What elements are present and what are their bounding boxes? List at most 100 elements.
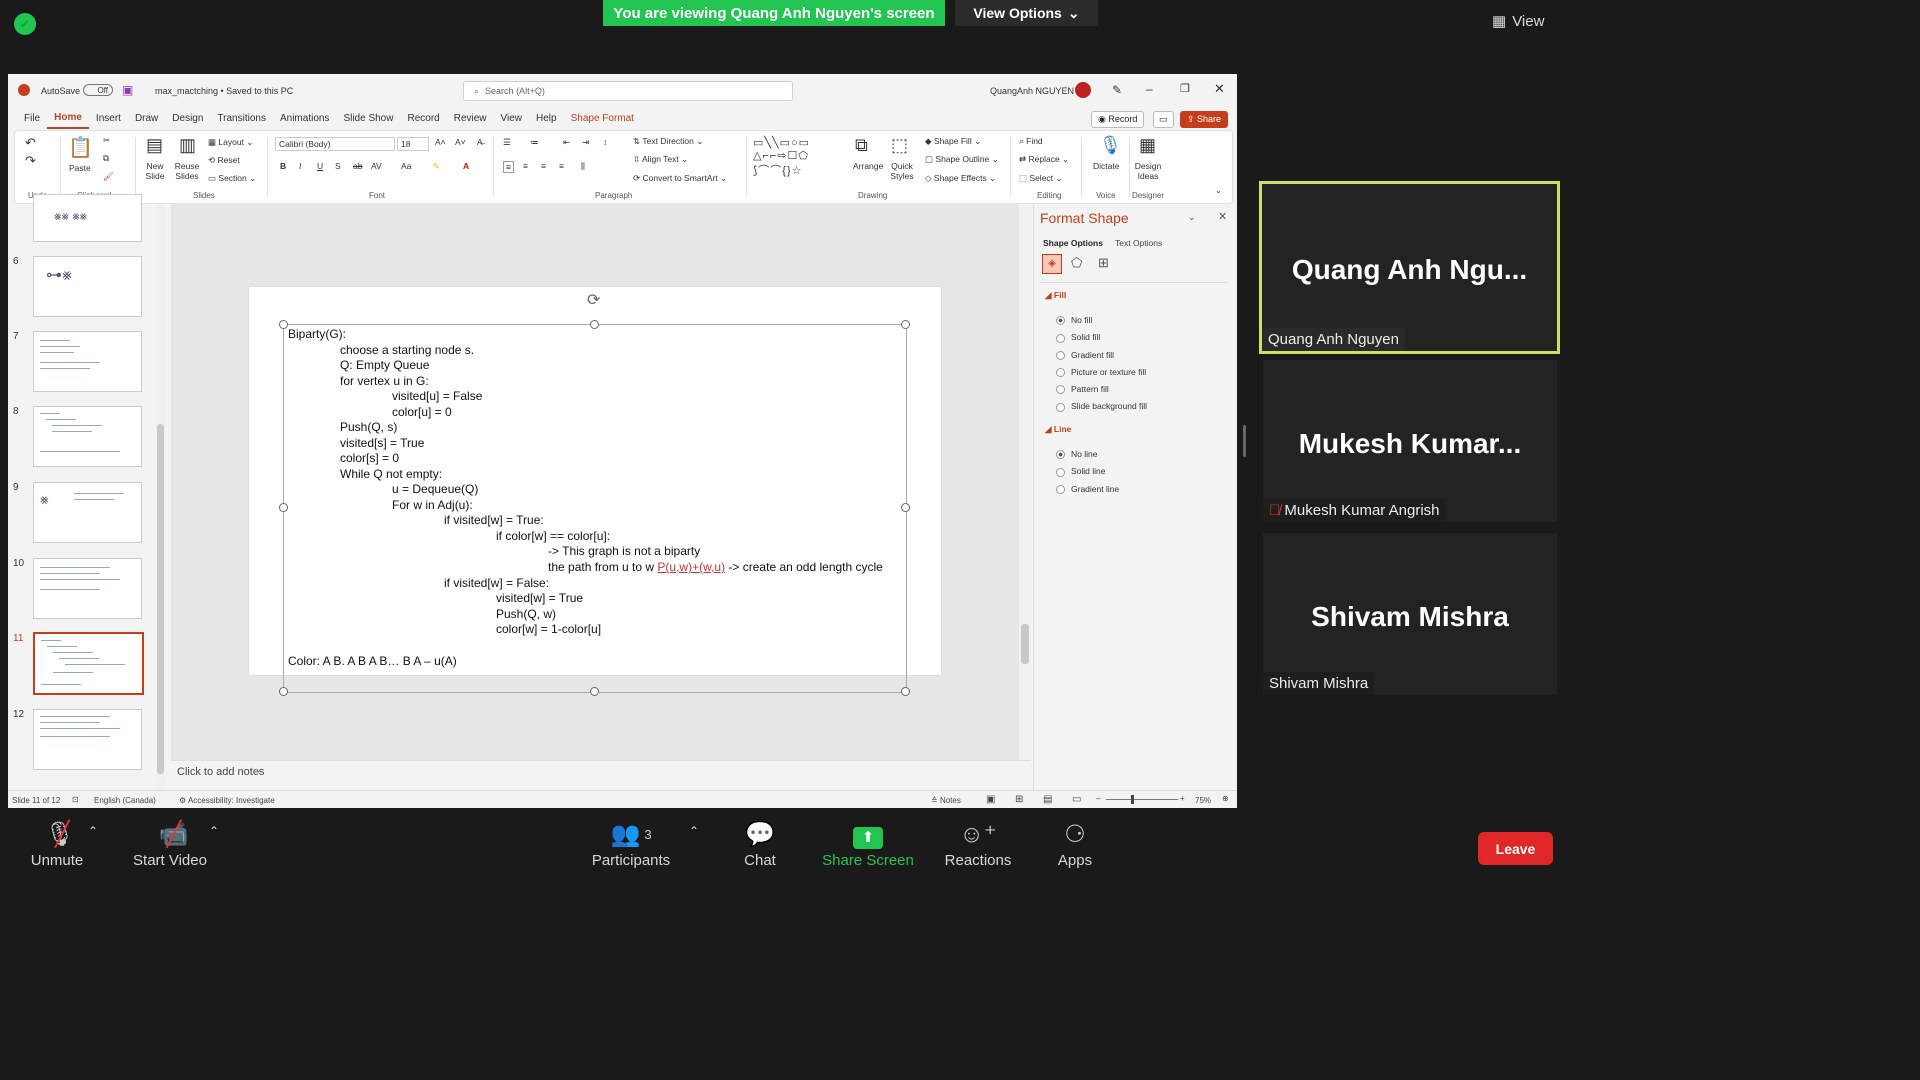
- shadow-icon[interactable]: S: [335, 161, 341, 171]
- align-text-button[interactable]: ⇳ Align Text ⌄: [633, 154, 688, 165]
- strikethrough-icon[interactable]: ab: [353, 161, 362, 171]
- quick-styles-label[interactable]: Quick Styles: [887, 161, 917, 181]
- slideshow-icon[interactable]: ▭: [1072, 794, 1081, 805]
- fill-section-header[interactable]: ◢ Fill: [1045, 290, 1066, 301]
- section-button[interactable]: ▭ Section ⌄: [208, 173, 256, 184]
- solid-line-radio[interactable]: Solid line: [1056, 463, 1119, 480]
- columns-icon[interactable]: ⫼: [581, 161, 585, 172]
- select-button[interactable]: ⬚ Select ⌄: [1019, 173, 1063, 184]
- no-fill-radio[interactable]: No fill: [1056, 312, 1147, 329]
- slide-thumbnail-11[interactable]: [33, 632, 144, 695]
- search-input[interactable]: ⌕ Search (Alt+Q): [463, 81, 793, 101]
- pen-icon[interactable]: ✎: [1112, 83, 1122, 97]
- notes-toggle[interactable]: ≙ Notes: [931, 796, 961, 805]
- unmute-button[interactable]: 🎙╱ Unmute: [22, 818, 92, 869]
- apps-button[interactable]: ⚆ Apps: [1055, 818, 1095, 869]
- undo-icon[interactable]: ↶: [25, 135, 36, 151]
- resize-handle[interactable]: [279, 320, 288, 329]
- save-icon[interactable]: ▣: [122, 83, 133, 97]
- close-pane-icon[interactable]: ✕: [1218, 210, 1227, 223]
- restore-icon[interactable]: ❐: [1180, 82, 1190, 95]
- rotate-handle-icon[interactable]: ⟳: [587, 290, 600, 310]
- font-color-icon[interactable]: A: [463, 161, 469, 171]
- layout-button[interactable]: ▦ Layout ⌄: [208, 137, 253, 148]
- replace-button[interactable]: ⇄ Replace ⌄: [1019, 154, 1069, 165]
- slide-thumbnail-12[interactable]: [33, 709, 142, 770]
- tab-design[interactable]: Design: [165, 108, 210, 130]
- microphone-icon[interactable]: 🎙: [1099, 135, 1122, 156]
- new-slide-label[interactable]: New Slide: [142, 161, 168, 181]
- close-icon[interactable]: ✕: [1214, 81, 1225, 97]
- canvas-scrollbar[interactable]: [1019, 204, 1031, 760]
- panel-resize-handle[interactable]: [1243, 425, 1246, 457]
- solid-fill-radio[interactable]: Solid fill: [1056, 329, 1147, 346]
- pane-options-icon[interactable]: ⌄: [1188, 212, 1196, 223]
- italic-icon[interactable]: I: [299, 161, 301, 171]
- reading-view-icon[interactable]: ▤: [1043, 794, 1052, 805]
- line-spacing-icon[interactable]: ↕: [603, 137, 607, 147]
- bold-icon[interactable]: B: [280, 161, 286, 171]
- avatar[interactable]: [1075, 82, 1091, 98]
- font-name-select[interactable]: Calibri (Body): [275, 137, 395, 151]
- slide-background-fill-radio[interactable]: Slide background fill: [1056, 398, 1147, 415]
- user-name[interactable]: QuangAnh NGUYEN: [990, 86, 1074, 96]
- fit-slide-icon[interactable]: ⊕: [1222, 794, 1229, 803]
- view-options-button[interactable]: View Options ⌄: [955, 0, 1098, 26]
- underline-icon[interactable]: U: [317, 161, 323, 171]
- spelling-icon[interactable]: ⊡: [72, 795, 79, 804]
- clear-formatting-icon[interactable]: A̶: [477, 137, 483, 147]
- reuse-slides-icon[interactable]: ▥: [179, 135, 196, 156]
- quick-styles-icon[interactable]: ⬚: [891, 135, 908, 156]
- tab-slide-show[interactable]: Slide Show: [336, 108, 400, 130]
- share-button[interactable]: ⇪ Share: [1180, 111, 1229, 128]
- shapes-gallery[interactable]: ▭╲╲▭○▭ △⌐⌐⇨☐⬠ ⟆⌒⌒{}☆: [753, 136, 810, 178]
- tab-file[interactable]: File: [17, 108, 47, 130]
- text-direction-button[interactable]: ⇅ Text Direction ⌄: [633, 136, 703, 147]
- gradient-line-radio[interactable]: Gradient line: [1056, 481, 1119, 498]
- character-spacing-icon[interactable]: AV: [371, 161, 382, 171]
- reuse-slides-label[interactable]: Reuse Slides: [173, 161, 201, 181]
- decrease-font-icon[interactable]: A˅: [455, 137, 466, 147]
- view-button[interactable]: ▦ View: [1492, 6, 1544, 36]
- resize-handle[interactable]: [901, 503, 910, 512]
- size-properties-icon[interactable]: ⊞: [1098, 255, 1109, 271]
- slide-thumbnail-9[interactable]: ⨳: [33, 482, 142, 543]
- bullets-icon[interactable]: ☰: [503, 137, 511, 148]
- tab-view[interactable]: View: [494, 108, 530, 130]
- participants-options-chevron-icon[interactable]: ⌃: [689, 824, 699, 838]
- share-screen-button[interactable]: ⬆ Share Screen: [822, 818, 914, 869]
- increase-font-icon[interactable]: A˄: [435, 137, 446, 147]
- convert-smartart-button[interactable]: ⟳ Convert to SmartArt ⌄: [633, 173, 727, 184]
- zoom-in-icon[interactable]: +: [1180, 794, 1185, 803]
- gradient-fill-radio[interactable]: Gradient fill: [1056, 347, 1147, 364]
- increase-indent-icon[interactable]: ⇥: [582, 137, 589, 148]
- tab-draw[interactable]: Draw: [128, 108, 165, 130]
- shape-outline-button[interactable]: ▢ Shape Outline ⌄: [925, 154, 999, 165]
- redo-icon[interactable]: ↷: [25, 153, 36, 169]
- zoom-slider[interactable]: [1106, 799, 1178, 800]
- reset-button[interactable]: ⟲ Reset: [208, 155, 240, 166]
- slide-sorter-icon[interactable]: ⊞: [1015, 794, 1023, 805]
- copy-icon[interactable]: ⧉: [103, 153, 109, 164]
- comments-icon[interactable]: ▭: [1153, 111, 1174, 128]
- arrange-label[interactable]: Arrange: [853, 161, 883, 171]
- resize-handle[interactable]: [590, 687, 599, 696]
- effects-icon[interactable]: ⬠: [1071, 255, 1082, 271]
- align-left-icon[interactable]: ≡: [503, 161, 514, 173]
- slide-thumbnail-10[interactable]: [33, 558, 142, 619]
- thumbnail-scrollbar[interactable]: [156, 204, 165, 792]
- cut-icon[interactable]: ✂: [103, 135, 110, 146]
- align-center-icon[interactable]: ≡: [523, 161, 528, 171]
- tab-animations[interactable]: Animations: [273, 108, 336, 130]
- shape-fill-button[interactable]: ◆ Shape Fill ⌄: [925, 136, 981, 147]
- collapse-ribbon-icon[interactable]: ⌄: [1215, 185, 1222, 196]
- tab-help[interactable]: Help: [529, 108, 564, 130]
- zoom-level[interactable]: 75%: [1195, 796, 1211, 805]
- arrange-icon[interactable]: ⧉: [855, 135, 868, 156]
- paste-icon[interactable]: 📋: [68, 135, 93, 160]
- design-ideas-icon[interactable]: ▦: [1139, 135, 1156, 156]
- video-options-chevron-icon[interactable]: ⌃: [209, 824, 219, 838]
- chat-button[interactable]: 💬 Chat: [738, 818, 782, 869]
- resize-handle[interactable]: [590, 320, 599, 329]
- participants-button[interactable]: 👥 3 Participants: [588, 818, 674, 869]
